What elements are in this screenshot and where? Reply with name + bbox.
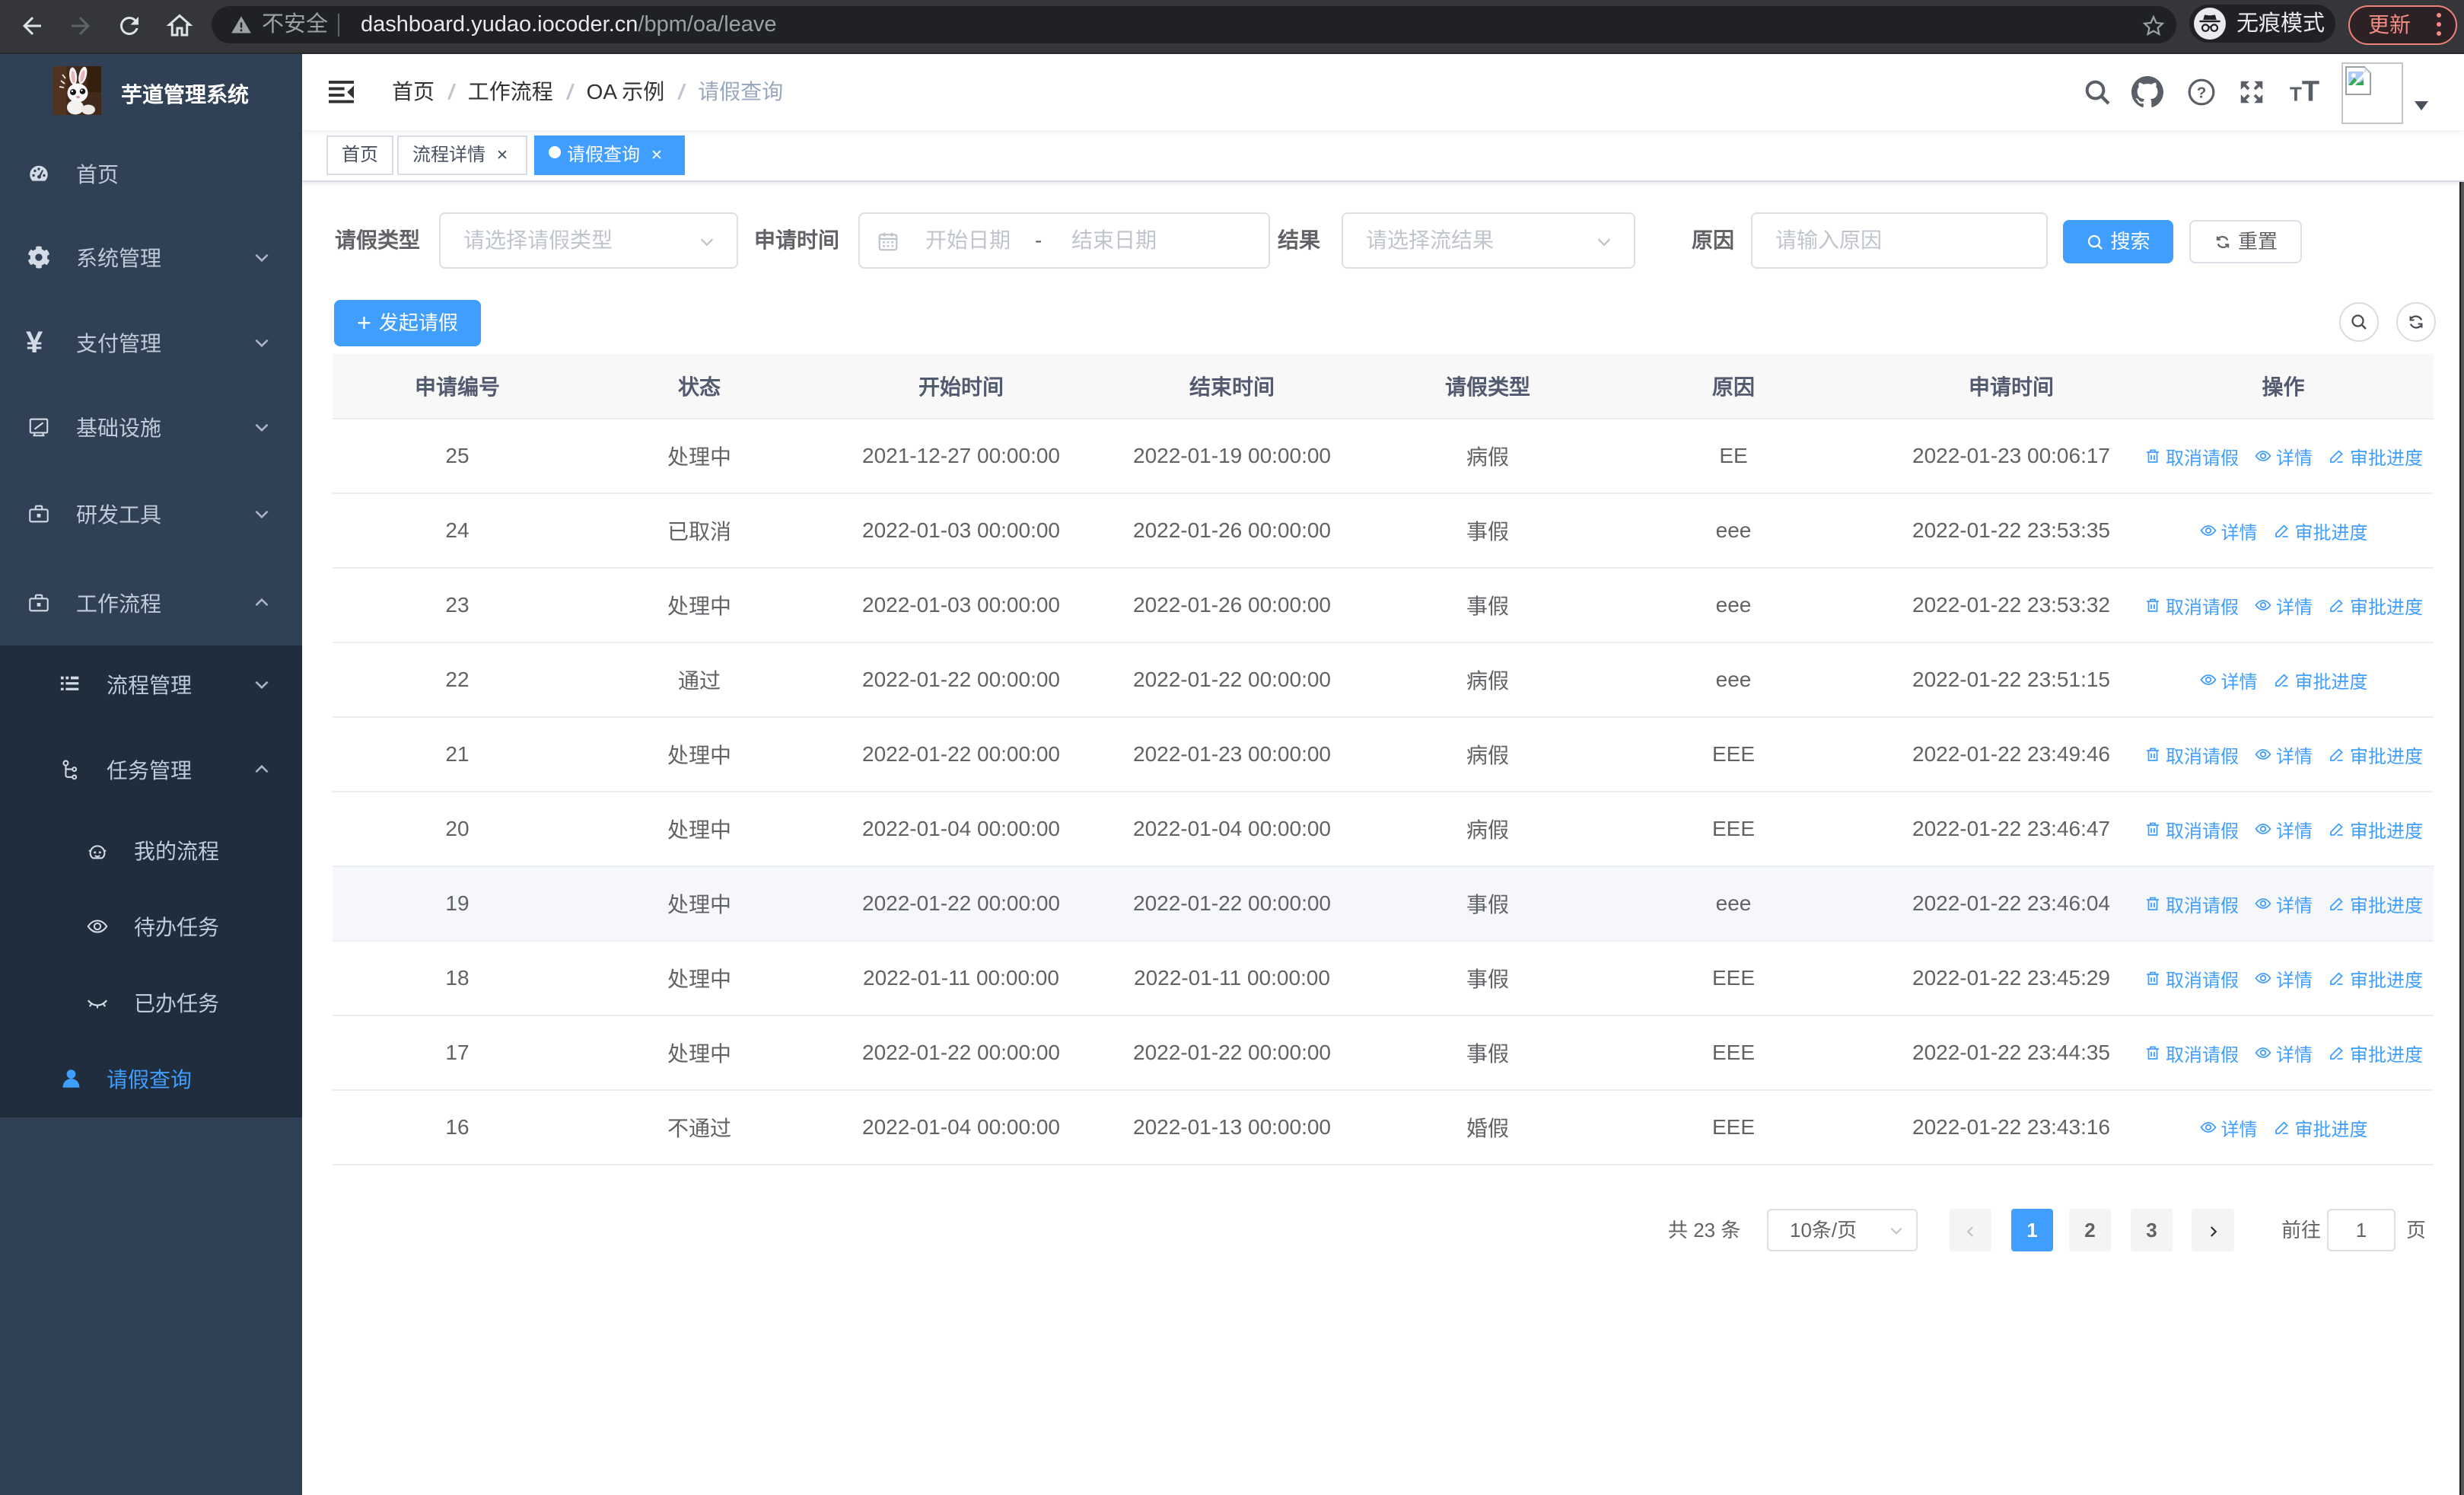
svg-text:?: ? — [2197, 84, 2207, 101]
